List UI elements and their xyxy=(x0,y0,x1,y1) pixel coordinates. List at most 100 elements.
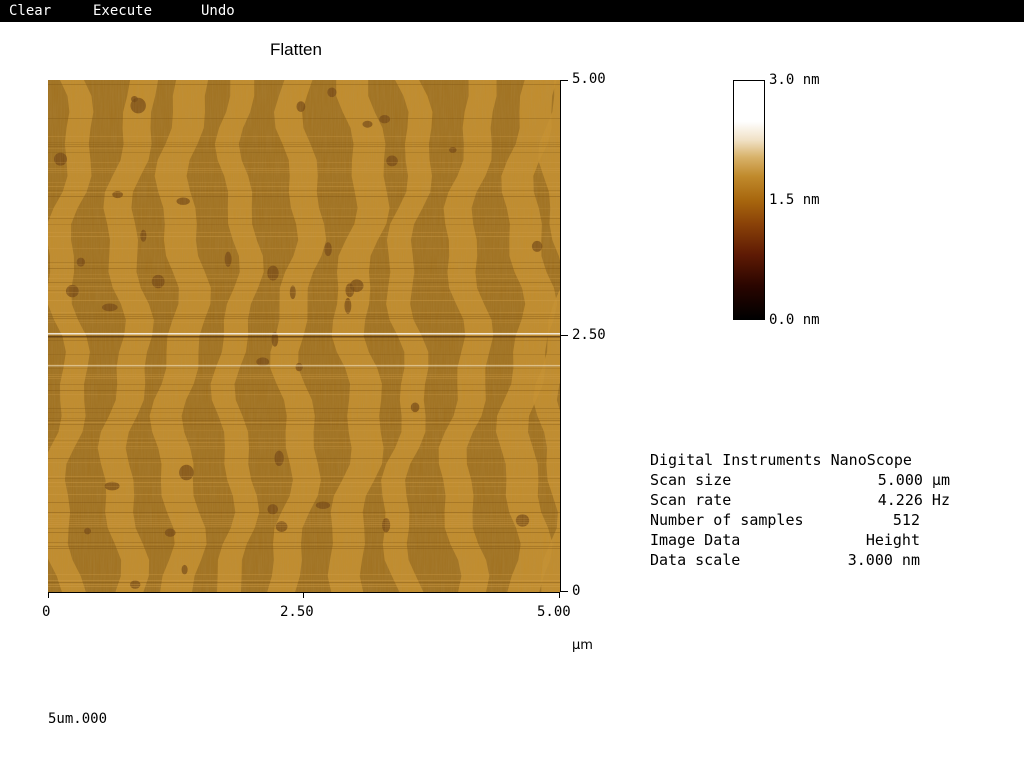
scan-line xyxy=(48,462,560,463)
scan-line xyxy=(48,478,560,479)
scan-line xyxy=(48,376,560,377)
y-tick-bottom-mark xyxy=(560,591,568,592)
scan-line xyxy=(48,318,560,319)
scan-line xyxy=(48,440,560,441)
info-value: 3.000 nm xyxy=(847,551,920,569)
y-axis-line xyxy=(560,80,561,592)
scan-line xyxy=(48,448,560,449)
info-value: 512 xyxy=(892,511,920,529)
image-title: Flatten xyxy=(270,40,322,59)
scan-line xyxy=(48,218,560,219)
scan-line xyxy=(48,354,560,355)
scan-line xyxy=(48,446,560,447)
scan-line xyxy=(48,384,560,385)
scan-line xyxy=(48,314,560,315)
scan-line xyxy=(48,236,560,237)
scan-line xyxy=(48,268,560,269)
x-unit-label: µm xyxy=(572,638,593,653)
scan-line xyxy=(48,162,560,163)
scan-line xyxy=(48,544,560,545)
scan-line xyxy=(48,172,560,173)
scan-line xyxy=(48,186,560,187)
y-tick-top-mark xyxy=(560,80,568,81)
info-key: Number of samples xyxy=(650,511,804,529)
info-key: Scan size xyxy=(650,471,732,489)
x-tick-right-mark xyxy=(559,592,560,598)
scan-line xyxy=(48,262,560,263)
colorbar-max-label: 3.0 nm xyxy=(769,72,820,88)
info-row: Data scale 3.000 nm xyxy=(650,550,920,570)
colorbar-mid-label: 1.5 nm xyxy=(769,192,820,208)
scan-line xyxy=(48,364,560,365)
scan-line xyxy=(48,482,560,483)
y-tick-top-label: 5.00 xyxy=(572,71,606,87)
x-tick-mid-mark xyxy=(303,592,304,598)
scan-line xyxy=(48,548,560,549)
scan-line xyxy=(48,532,560,533)
afm-terrace-texture xyxy=(48,80,560,592)
scan-line xyxy=(48,340,560,341)
scan-line xyxy=(48,418,560,419)
x-tick-mid-label: 2.50 xyxy=(280,604,314,620)
info-key: Scan rate xyxy=(650,491,732,509)
scan-line xyxy=(48,248,560,249)
info-header-row: Digital Instruments NanoScope xyxy=(650,450,950,470)
scan-line xyxy=(48,394,560,395)
scan-line xyxy=(48,420,560,421)
scan-line xyxy=(48,142,560,143)
scan-line xyxy=(48,582,560,583)
y-tick-mid-mark xyxy=(560,335,568,336)
scan-line xyxy=(48,168,560,169)
afm-height-image[interactable] xyxy=(48,80,560,592)
scan-line xyxy=(48,424,560,425)
scan-line xyxy=(48,300,560,301)
y-tick-bottom-label: 0 xyxy=(572,583,581,599)
scan-line xyxy=(48,152,560,153)
scan-line xyxy=(48,274,560,275)
colorbar-min-label: 0.0 nm xyxy=(769,312,820,328)
scan-line xyxy=(48,580,560,581)
x-tick-left-mark xyxy=(48,592,49,598)
info-key: Image Data xyxy=(650,531,741,549)
scan-line xyxy=(48,290,560,291)
info-value: 4.226 Hz xyxy=(877,491,950,509)
execute-menu[interactable]: Execute xyxy=(93,3,152,19)
scan-line xyxy=(48,332,560,333)
info-key: Data scale xyxy=(650,551,741,569)
scan-line xyxy=(48,322,560,323)
filename-label: 5um.000 xyxy=(48,711,108,727)
info-value: Height xyxy=(865,531,920,549)
scan-line xyxy=(48,84,560,85)
clear-menu[interactable]: Clear xyxy=(9,3,51,19)
scan-line xyxy=(48,430,560,431)
scan-line xyxy=(48,278,560,279)
scan-artifact-line xyxy=(48,365,560,367)
scan-line xyxy=(48,190,560,191)
scan-line xyxy=(48,512,560,513)
x-axis-line xyxy=(48,592,560,593)
scan-line xyxy=(48,518,560,519)
menu-bar: Clear Execute Undo xyxy=(0,0,1024,22)
scan-line xyxy=(48,526,560,527)
scan-line xyxy=(48,378,560,379)
scan-line xyxy=(48,546,560,547)
scan-line xyxy=(48,282,560,283)
scan-line xyxy=(48,118,560,119)
scan-line xyxy=(48,192,560,193)
scan-line xyxy=(48,144,560,145)
scan-line xyxy=(48,196,560,197)
scan-line xyxy=(48,494,560,495)
info-row: Number of samples 512 xyxy=(650,510,920,530)
scan-line xyxy=(48,486,560,487)
info-row: Scan rate 4.226 Hz xyxy=(650,490,950,510)
scan-line xyxy=(48,232,560,233)
scan-line xyxy=(48,542,560,543)
scan-line xyxy=(48,182,560,183)
scan-line xyxy=(48,170,560,171)
undo-menu[interactable]: Undo xyxy=(201,3,235,19)
scan-line xyxy=(48,374,560,375)
scan-line xyxy=(48,522,560,523)
scan-line xyxy=(48,502,560,503)
scan-line xyxy=(48,476,560,477)
info-row: Image Data Height xyxy=(650,530,920,550)
